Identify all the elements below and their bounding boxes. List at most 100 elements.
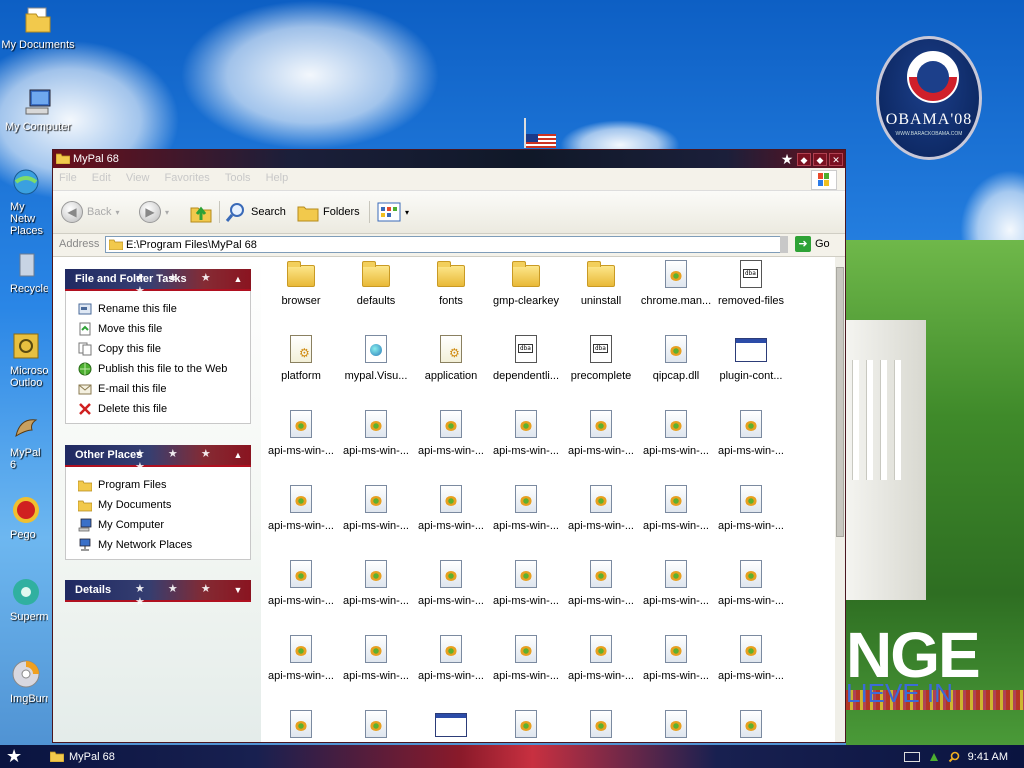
file-item[interactable]: plugin-cont...	[715, 334, 787, 382]
desktop-icon-pego[interactable]: Pego	[0, 494, 48, 541]
file-item[interactable]: api-ms-win-...	[565, 634, 637, 682]
file-item[interactable]: defaults	[340, 259, 412, 307]
file-item[interactable]	[265, 709, 337, 742]
menu-tools[interactable]: Tools	[219, 168, 257, 188]
file-item[interactable]: gmp-clearkey	[490, 259, 562, 307]
maximize-button[interactable]: ◆	[813, 152, 827, 166]
file-item[interactable]: api-ms-win-...	[415, 559, 487, 607]
task-copy[interactable]: Copy this file	[78, 339, 250, 359]
file-item[interactable]: platform	[265, 334, 337, 382]
address-dropdown-button[interactable]	[780, 236, 788, 253]
desktop-icon-mypal[interactable]: MyPal 6	[0, 412, 48, 471]
file-item[interactable]: api-ms-win-...	[640, 409, 712, 457]
scrollbar-thumb[interactable]	[836, 267, 844, 537]
start-button[interactable]: ★	[6, 747, 22, 765]
file-item[interactable]: api-ms-win-...	[565, 409, 637, 457]
panel-header[interactable]: File and Folder Tasks ▲	[65, 269, 251, 297]
file-item[interactable]: browser	[265, 259, 337, 307]
desktop-icon-supermium[interactable]: Supermi	[0, 576, 48, 623]
file-item[interactable]: api-ms-win-...	[340, 409, 412, 457]
folders-button[interactable]: Folders	[297, 199, 360, 225]
views-button[interactable]: ▾	[377, 199, 409, 225]
file-item[interactable]: api-ms-win-...	[265, 484, 337, 532]
file-item[interactable]: mypal.Visu...	[340, 334, 412, 382]
file-item[interactable]	[415, 709, 487, 742]
file-item[interactable]: api-ms-win-...	[490, 484, 562, 532]
file-item[interactable]	[565, 709, 637, 742]
file-item[interactable]	[340, 709, 412, 742]
task-rename[interactable]: Rename this file	[78, 299, 250, 319]
address-input[interactable]: E:\Program Files\MyPal 68	[105, 236, 788, 253]
file-item[interactable]	[715, 709, 787, 742]
file-item[interactable]: api-ms-win-...	[415, 484, 487, 532]
panel-header[interactable]: Other Places ▲	[65, 445, 251, 473]
file-item[interactable]: api-ms-win-...	[640, 634, 712, 682]
panel-header[interactable]: Details ▼	[65, 580, 251, 608]
network-icon[interactable]	[928, 751, 940, 763]
place-my-network-places[interactable]: My Network Places	[78, 535, 250, 555]
file-item[interactable]: api-ms-win-...	[490, 559, 562, 607]
task-move[interactable]: Move this file	[78, 319, 250, 339]
file-item[interactable]: api-ms-win-...	[640, 484, 712, 532]
task-email[interactable]: E-mail this file	[78, 379, 250, 399]
place-my-computer[interactable]: My Computer	[78, 515, 250, 535]
file-item[interactable]: api-ms-win-...	[490, 409, 562, 457]
chevron-up-icon[interactable]: ▲	[231, 448, 245, 462]
menu-edit[interactable]: Edit	[86, 168, 117, 188]
file-item[interactable]: application	[415, 334, 487, 382]
search-button[interactable]: Search	[225, 199, 286, 225]
file-item[interactable]: api-ms-win-...	[415, 409, 487, 457]
file-item[interactable]: api-ms-win-...	[715, 484, 787, 532]
menu-file[interactable]: File	[53, 168, 83, 188]
file-item[interactable]: removed-files	[715, 259, 787, 307]
back-button[interactable]: ◀ Back ▾	[61, 199, 119, 225]
file-item[interactable]: api-ms-win-...	[265, 409, 337, 457]
file-item[interactable]	[640, 709, 712, 742]
close-button[interactable]: ✕	[829, 152, 843, 166]
file-item[interactable]: api-ms-win-...	[640, 559, 712, 607]
vertical-scrollbar[interactable]	[835, 257, 845, 742]
desktop-icon-imgburn[interactable]: ImgBurn	[0, 658, 48, 705]
desktop-icon-recycle-bin[interactable]: Recycle	[0, 248, 48, 295]
file-item[interactable]: api-ms-win-...	[715, 409, 787, 457]
file-item[interactable]: qipcap.dll	[640, 334, 712, 382]
file-item[interactable]: chrome.man...	[640, 259, 712, 307]
file-item[interactable]: api-ms-win-...	[265, 559, 337, 607]
task-publish[interactable]: Publish this file to the Web	[78, 359, 250, 379]
file-item[interactable]: api-ms-win-...	[340, 559, 412, 607]
file-item[interactable]: api-ms-win-...	[340, 484, 412, 532]
file-item[interactable]	[490, 709, 562, 742]
desktop-icon-outlook[interactable]: Microso Outloo	[0, 330, 48, 389]
minimize-button[interactable]: ◆	[797, 152, 811, 166]
explorer-window[interactable]: MyPal 68 ★ ◆ ◆ ✕ File Edit View Favorite…	[52, 149, 846, 743]
menu-view[interactable]: View	[120, 168, 156, 188]
menu-help[interactable]: Help	[260, 168, 295, 188]
file-item[interactable]: api-ms-win-...	[490, 634, 562, 682]
desktop-icon-my-documents[interactable]: My Documents	[0, 4, 78, 51]
up-folder-button[interactable]	[189, 199, 213, 225]
desktop-icon-my-computer[interactable]: My Computer	[0, 86, 78, 133]
file-item[interactable]: api-ms-win-...	[715, 559, 787, 607]
file-item[interactable]: api-ms-win-...	[565, 559, 637, 607]
file-item[interactable]: api-ms-win-...	[565, 484, 637, 532]
file-item[interactable]: api-ms-win-...	[265, 634, 337, 682]
taskbar-button-mypal[interactable]: MyPal 68	[46, 747, 210, 766]
go-button[interactable]: ➜ Go	[795, 236, 830, 252]
file-item[interactable]: fonts	[415, 259, 487, 307]
menu-favorites[interactable]: Favorites	[159, 168, 216, 188]
task-delete[interactable]: Delete this file	[78, 399, 250, 419]
place-my-documents[interactable]: My Documents	[78, 495, 250, 515]
file-item[interactable]: uninstall	[565, 259, 637, 307]
keyboard-icon[interactable]	[903, 751, 920, 762]
chevron-up-icon[interactable]: ▲	[231, 272, 245, 286]
place-program-files[interactable]: Program Files	[78, 475, 250, 495]
forward-button[interactable]: ▶ ▾	[139, 199, 169, 225]
desktop-icon-my-network-places[interactable]: My Netw Places	[0, 166, 48, 237]
chevron-down-icon[interactable]: ▼	[231, 583, 245, 597]
file-item[interactable]: dependentli...	[490, 334, 562, 382]
file-item[interactable]: precomplete	[565, 334, 637, 382]
file-item[interactable]: api-ms-win-...	[715, 634, 787, 682]
file-item[interactable]: api-ms-win-...	[415, 634, 487, 682]
window-titlebar[interactable]: MyPal 68 ★ ◆ ◆ ✕	[53, 150, 845, 168]
file-item[interactable]: api-ms-win-...	[340, 634, 412, 682]
